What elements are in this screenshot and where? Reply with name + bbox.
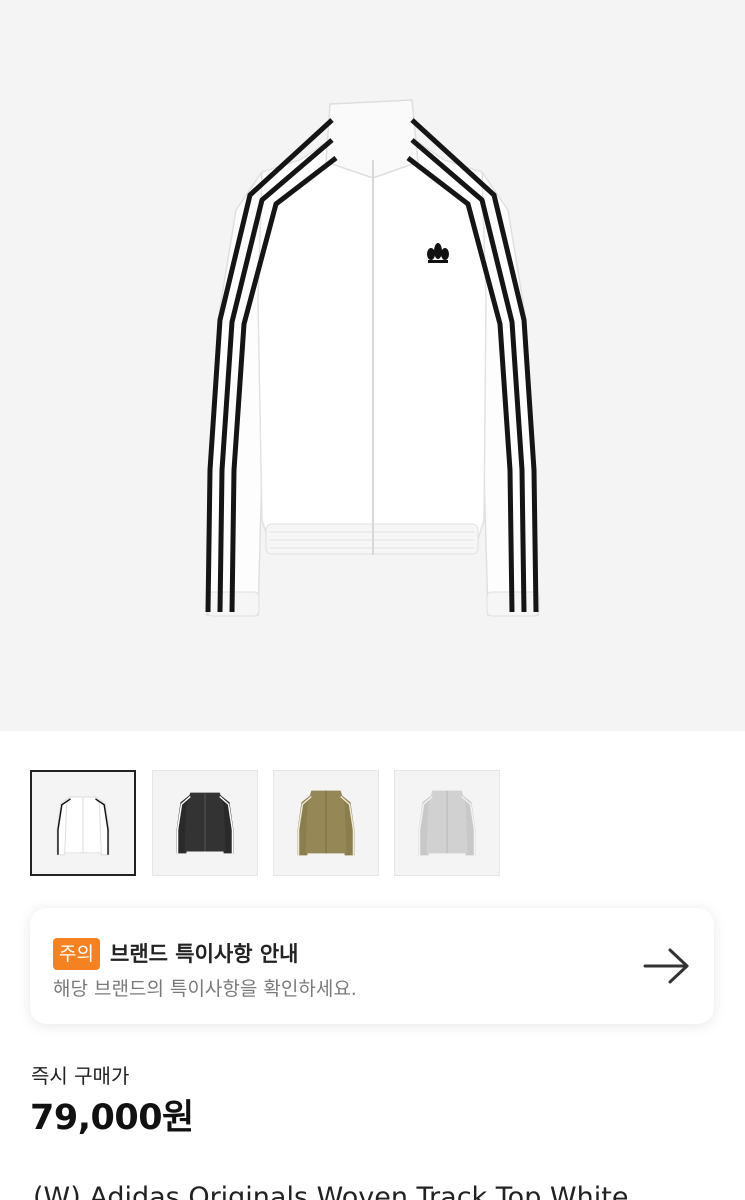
price-label: 즉시 구매가 bbox=[31, 1064, 130, 1088]
thumbnail-black[interactable] bbox=[152, 770, 258, 876]
thumbnail-olive[interactable] bbox=[273, 770, 379, 876]
brand-notice-description: 해당 브랜드의 특이사항을 확인하세요. bbox=[53, 978, 357, 1000]
thumbnail-grey[interactable] bbox=[394, 770, 500, 876]
jacket-white-image bbox=[56, 796, 110, 856]
thumbnail-white[interactable] bbox=[30, 770, 136, 876]
product-name: (W) Adidas Originals Woven Track Top Whi… bbox=[33, 1182, 629, 1200]
warning-badge: 주의 bbox=[53, 938, 100, 970]
price-value: 79,000원 bbox=[30, 1098, 194, 1138]
brand-notice-card[interactable]: 주의 브랜드 특이사항 안내 해당 브랜드의 특이사항을 확인하세요. bbox=[30, 908, 714, 1024]
product-main-image[interactable] bbox=[0, 0, 745, 731]
jacket-black-image bbox=[176, 792, 234, 854]
brand-notice-title: 브랜드 특이사항 안내 bbox=[110, 942, 299, 966]
image-thumbnail-list bbox=[30, 770, 730, 876]
jacket-olive-image bbox=[297, 790, 355, 856]
arrow-right-icon[interactable] bbox=[642, 946, 692, 986]
jacket-white-image bbox=[205, 99, 540, 617]
jacket-grey-image bbox=[418, 790, 476, 856]
